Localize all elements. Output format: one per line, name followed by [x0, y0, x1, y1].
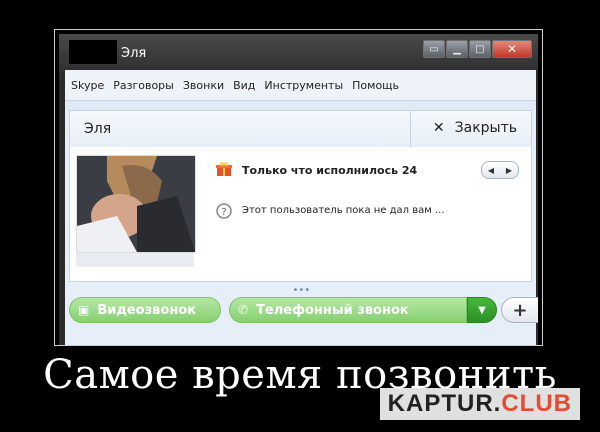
window-controls: ▭ ▁ □ ✕ [422, 40, 532, 58]
call-actions: ▣ Видеозвонок ✆ Телефонный звонок ▼ + [65, 291, 538, 345]
close-label: Закрыть [454, 120, 517, 136]
menu-item-skype[interactable]: Skype [71, 79, 104, 92]
svg-text:?: ? [221, 207, 226, 218]
avatar-strip [76, 253, 194, 267]
gift-icon [216, 161, 232, 177]
phone-icon: ✆ [238, 303, 249, 317]
close-icon[interactable]: ✕ [492, 40, 532, 58]
phone-call-label: Телефонный звонок [256, 302, 409, 318]
menu-item-view[interactable]: Вид [233, 79, 255, 92]
add-button[interactable]: + [501, 297, 538, 323]
menu-item-calls[interactable]: Звонки [183, 79, 224, 92]
skype-window: Эля ▭ ▁ □ ✕ Skype Разговоры Звонки Вид И… [59, 34, 538, 345]
next-arrow-icon[interactable]: ▶ [506, 166, 512, 175]
prev-arrow-icon[interactable]: ◀ [488, 166, 494, 175]
chevron-down-icon: ▼ [478, 304, 486, 316]
screenshot-frame: Эля ▭ ▁ □ ✕ Skype Разговоры Звонки Вид И… [54, 29, 543, 346]
call-options-dropdown[interactable]: ▼ [467, 297, 497, 323]
close-conversation-button[interactable]: ✕ Закрыть [433, 120, 517, 136]
watermark: KAPTUR.CLUB [379, 388, 580, 420]
watermark-part1: KAPTUR. [387, 390, 502, 417]
contact-info: Только что исполнилось 24 ◀ ▶ ? Этот пол… [69, 147, 532, 282]
contact-name: Эля [84, 121, 112, 137]
video-camera-icon: ▣ [78, 303, 90, 317]
header-divider [410, 111, 411, 147]
restore-icon[interactable]: ▭ [423, 40, 445, 58]
contact-header: Эля ✕ Закрыть [69, 110, 532, 148]
menu-bar: Skype Разговоры Звонки Вид Инструменты П… [65, 70, 536, 101]
contact-avatar[interactable] [76, 155, 196, 253]
plus-icon: + [512, 299, 528, 321]
title-bar: Эля ▭ ▁ □ ✕ [59, 34, 538, 70]
menu-item-tools[interactable]: Инструменты [264, 79, 343, 92]
video-call-label: Видеозвонок [97, 302, 197, 318]
app-icon [69, 40, 117, 64]
watermark-part2: CLUB [501, 390, 572, 417]
conversation-panel: Эля ✕ Закрыть Только что исполнилось 24 … [65, 110, 538, 345]
close-x-icon: ✕ [432, 120, 445, 136]
status-message: Этот пользователь пока не дал вам ... [242, 205, 445, 216]
video-call-button[interactable]: ▣ Видеозвонок [69, 297, 221, 323]
client-area: Skype Разговоры Звонки Вид Инструменты П… [65, 70, 538, 345]
minimize-icon[interactable]: ▁ [446, 40, 468, 58]
window-title: Эля [121, 46, 147, 61]
mood-navigation[interactable]: ◀ ▶ [481, 161, 519, 179]
menu-item-conversations[interactable]: Разговоры [113, 79, 174, 92]
maximize-icon[interactable]: □ [469, 40, 491, 58]
phone-call-button[interactable]: ✆ Телефонный звонок [229, 297, 467, 323]
menu-item-help[interactable]: Помощь [352, 79, 399, 92]
mood-message: Только что исполнилось 24 [242, 164, 418, 177]
unknown-status-icon: ? [216, 203, 232, 219]
